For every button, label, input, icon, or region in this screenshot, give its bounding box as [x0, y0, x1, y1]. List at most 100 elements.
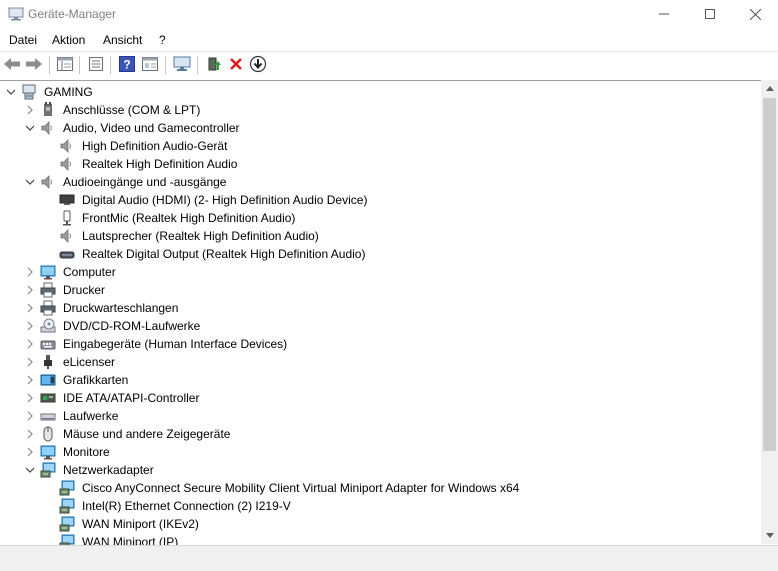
tree-device[interactable]: WAN Miniport (IP) [0, 533, 760, 545]
monitor-icon [40, 445, 56, 460]
tree-item-label: Drucker [63, 283, 106, 297]
tree-item-label: High Definition Audio-Gerät [82, 139, 228, 153]
menu-datei[interactable]: Datei [9, 33, 37, 47]
chevron-right-icon[interactable] [25, 105, 35, 115]
tree-device[interactable]: WAN Miniport (IKEv2) [0, 515, 760, 533]
tree-category[interactable]: Computer [0, 263, 760, 281]
vertical-scrollbar[interactable] [761, 80, 778, 544]
tree-item-label: Eingabegeräte (Human Interface Devices) [63, 337, 288, 351]
tree-device[interactable]: Digital Audio (HDMI) (2- High Definition… [0, 191, 760, 209]
speaker-icon [60, 139, 71, 153]
network-icon [59, 534, 75, 545]
chevron-right-icon[interactable] [25, 429, 35, 439]
tree-category[interactable]: Laufwerke [0, 407, 760, 425]
close-button[interactable] [732, 0, 778, 28]
chevron-down-icon[interactable] [25, 177, 35, 187]
svg-text:?: ? [123, 58, 130, 72]
tree-item-label: Monitore [63, 445, 110, 459]
tree-category[interactable]: Grafikkarten [0, 371, 760, 389]
device-manager-window: Geräte-Manager Datei Aktion Ansicht ? ? … [0, 0, 778, 571]
network-icon [59, 498, 75, 514]
back-button[interactable] [2, 54, 22, 74]
scroll-thumb[interactable] [763, 98, 776, 451]
menu-aktion[interactable]: Aktion [52, 33, 85, 47]
tree-category[interactable]: Monitore [0, 443, 760, 461]
forward-button[interactable] [24, 54, 44, 74]
menu-help[interactable]: ? [159, 33, 166, 47]
window-title: Geräte-Manager [28, 7, 117, 21]
scan-hardware-button[interactable] [172, 54, 192, 74]
tree-device[interactable]: Cisco AnyConnect Secure Mobility Client … [0, 479, 760, 497]
tree-category[interactable]: Netzwerkadapter [0, 461, 760, 479]
update-driver-icon [208, 57, 221, 71]
tree-item-label: Lautsprecher (Realtek High Definition Au… [82, 229, 319, 243]
port-icon [44, 102, 52, 116]
chevron-right-icon[interactable] [25, 447, 35, 457]
tree-root[interactable]: GAMING [0, 83, 760, 101]
tree-device[interactable]: Lautsprecher (Realtek High Definition Au… [0, 227, 760, 245]
chevron-right-icon[interactable] [25, 411, 35, 421]
tree-item-label: Intel(R) Ethernet Connection (2) I219-V [82, 499, 291, 513]
tree-category[interactable]: Anschlüsse (COM & LPT) [0, 101, 760, 119]
microphone-icon [63, 210, 71, 226]
tree-item-label: Computer [63, 265, 116, 279]
back-icon [4, 58, 20, 70]
tree-device[interactable]: FrontMic (Realtek High Definition Audio) [0, 209, 760, 227]
scroll-down-button[interactable] [761, 527, 778, 544]
tree-category[interactable]: Drucker [0, 281, 760, 299]
uninstall-button[interactable] [226, 54, 246, 74]
chevron-down-icon[interactable] [25, 465, 35, 475]
tree-device[interactable]: Realtek High Definition Audio [0, 155, 760, 173]
chevron-right-icon[interactable] [25, 303, 35, 313]
tree-item-label: WAN Miniport (IKEv2) [82, 517, 199, 531]
maximize-button[interactable] [687, 0, 733, 28]
mouse-icon [43, 426, 53, 442]
toolbar-separator [79, 56, 80, 74]
chevron-right-icon[interactable] [25, 267, 35, 277]
chevron-right-icon[interactable] [25, 321, 35, 331]
tree-device[interactable]: High Definition Audio-Gerät [0, 137, 760, 155]
chevron-right-icon[interactable] [25, 339, 35, 349]
chevron-right-icon[interactable] [25, 393, 35, 403]
disable-button[interactable] [248, 54, 268, 74]
toolbar-separator [110, 56, 111, 74]
toolbar: ? [0, 51, 778, 78]
device-tree[interactable]: GAMING Anschlüsse (COM & LPT) Audio, Video… [0, 80, 761, 545]
help-button[interactable]: ? [117, 54, 137, 74]
chevron-down-icon[interactable] [25, 123, 35, 133]
device-properties-button[interactable] [140, 54, 160, 74]
chevron-right-icon[interactable] [25, 285, 35, 295]
tree-item-label: eLicenser [63, 355, 116, 369]
tree-item-label: GAMING [44, 85, 93, 99]
tree-category[interactable]: Mäuse und andere Zeigegeräte [0, 425, 760, 443]
tree-category[interactable]: eLicenser [0, 353, 760, 371]
list-view-button[interactable] [86, 54, 106, 74]
tree-category[interactable]: Audio, Video und Gamecontroller [0, 119, 760, 137]
tree-category[interactable]: IDE ATA/ATAPI-Controller [0, 389, 760, 407]
minimize-button[interactable] [641, 0, 687, 28]
tree-category[interactable]: Eingabegeräte (Human Interface Devices) [0, 335, 760, 353]
printer-icon [40, 300, 56, 316]
tree-category[interactable]: DVD/CD-ROM-Laufwerke [0, 317, 760, 335]
update-driver-button[interactable] [204, 54, 224, 74]
chevron-right-icon[interactable] [25, 357, 35, 367]
console-tree-button[interactable] [55, 54, 75, 74]
hid-icon [40, 340, 56, 350]
digital-output-icon [59, 251, 75, 259]
chevron-right-icon[interactable] [25, 375, 35, 385]
disk-drive-icon [40, 413, 56, 421]
tree-device[interactable]: Intel(R) Ethernet Connection (2) I219-V [0, 497, 760, 515]
scroll-up-button[interactable] [761, 80, 778, 97]
chevron-down-icon[interactable] [6, 87, 16, 97]
tree-item-label: Druckwarteschlangen [63, 301, 179, 315]
speaker-icon [41, 175, 52, 189]
toolbar-separator [49, 56, 50, 74]
tree-item-label: Mäuse und andere Zeigegeräte [63, 427, 231, 441]
network-icon [40, 462, 56, 478]
menu-ansicht[interactable]: Ansicht [103, 33, 142, 47]
toolbar-separator [197, 56, 198, 74]
tree-category[interactable]: Druckwarteschlangen [0, 299, 760, 317]
tree-device[interactable]: Realtek Digital Output (Realtek High Def… [0, 245, 760, 263]
tree-category[interactable]: Audioeingänge und -ausgänge [0, 173, 760, 191]
tree-item-label: Realtek High Definition Audio [82, 157, 238, 171]
